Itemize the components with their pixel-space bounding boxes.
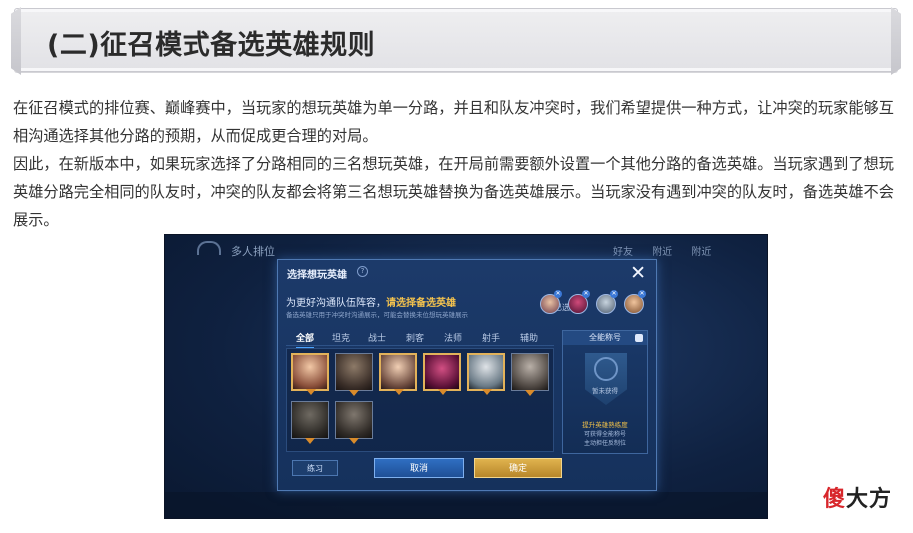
tab-marksman[interactable]: 射手 [482, 331, 500, 344]
title-hint-2: 可获得全能称号 [583, 431, 626, 438]
rank-badge-icon [349, 390, 359, 396]
confirm-button[interactable]: 确定 [474, 458, 562, 478]
tab-assassin[interactable]: 刺客 [406, 331, 424, 344]
choose-hero-dialog: 选择想玩英雄 ? ✕ 为更好沟通队伍阵容，请选择备选英雄 备选英雄只用于冲突时沟… [277, 259, 657, 491]
role-tabs: 全部 坦克 战士 刺客 法师 射手 辅助 [286, 328, 554, 349]
dialog-subline: 备选英雄只用于冲突时沟通展示，可能会替换未位想玩英雄展示 [286, 311, 468, 319]
hero-card[interactable] [335, 353, 373, 396]
tab-support[interactable]: 辅助 [520, 331, 538, 344]
dialog-title: 选择想玩英雄 [287, 270, 347, 281]
hero-card[interactable] [423, 353, 461, 395]
rank-badge-icon [349, 438, 359, 444]
rank-badge-icon [438, 389, 448, 395]
paragraph-detail: 因此，在新版本中，如果玩家选择了分路相同的三名想玩英雄，在开局前需要额外设置一个… [13, 155, 894, 229]
title-hint-1: 提升英雄熟练度 [582, 421, 628, 429]
tab-mage[interactable]: 法师 [444, 331, 462, 344]
cancel-button[interactable]: 取消 [374, 458, 464, 478]
friend-tabs: 好友 附近 附近 [613, 243, 727, 258]
emblem-ring-icon [594, 357, 618, 381]
tab-tank[interactable]: 坦克 [332, 331, 350, 344]
hero-card[interactable] [291, 401, 329, 444]
headline-highlight: 请选择备选英雄 [386, 298, 456, 309]
banner-right-cap [891, 7, 901, 75]
section-header: (二)征召模式备选英雄规则 [11, 7, 901, 75]
banner-left-cap [11, 7, 21, 75]
practice-button[interactable]: 练习 [292, 460, 338, 476]
game-screenshot: 多人排位 好友 附近 附近 选择想玩英雄 ? ✕ 为更好沟通队伍阵容，请选择备选… [164, 234, 768, 519]
game-mode-title: 多人排位 [231, 245, 275, 258]
close-icon[interactable]: ✕ [630, 262, 646, 284]
info-icon[interactable] [635, 334, 643, 342]
hero-card[interactable] [467, 353, 505, 395]
tab-all[interactable]: 全部 [296, 331, 315, 349]
section-title: (二)征召模式备选英雄规则 [47, 30, 376, 61]
hero-grid [286, 348, 554, 452]
paragraph-intro: 在征召模式的排位赛、巅峰赛中，当玩家的想玩英雄为单一分路，并且和队友冲突时，我们… [13, 99, 894, 145]
hero-card[interactable] [291, 353, 329, 395]
remove-icon[interactable]: ✕ [554, 290, 562, 298]
all-round-title-panel: 全能称号 暂未获得 提升英雄熟练度 可获得全能称号 主动担任反制位 [562, 330, 648, 454]
watermark-part-2: 大方 [846, 487, 893, 512]
site-watermark: 傻大方 [823, 481, 892, 513]
tab-nearby: 附近 [652, 247, 673, 258]
remove-icon[interactable]: ✕ [638, 290, 646, 298]
rank-badge-icon [305, 438, 315, 444]
game-bottom-bar [165, 492, 767, 518]
watermark-part-1: 傻 [823, 487, 847, 512]
remove-icon[interactable]: ✕ [610, 290, 618, 298]
rank-badge-icon [306, 389, 316, 395]
title-unavailable: 暂未获得 [592, 387, 618, 395]
tab-friends: 好友 [613, 247, 633, 258]
title-hint-3: 主动担任反制位 [583, 440, 626, 447]
back-icon [197, 241, 221, 255]
rank-badge-icon [525, 390, 535, 396]
help-icon[interactable]: ? [357, 266, 368, 277]
rank-badge-icon [394, 389, 404, 395]
headline-prefix: 为更好沟通队伍阵容， [286, 298, 386, 309]
hero-card[interactable] [335, 401, 373, 444]
hero-card[interactable] [379, 353, 417, 395]
tab-warrior[interactable]: 战士 [368, 331, 386, 344]
remove-icon[interactable]: ✕ [582, 290, 590, 298]
rank-badge-icon [482, 389, 492, 395]
tab-nearby-2: 附近 [691, 247, 712, 258]
hero-card[interactable] [511, 353, 549, 396]
dialog-headline: 为更好沟通队伍阵容，请选择备选英雄 [286, 294, 456, 309]
